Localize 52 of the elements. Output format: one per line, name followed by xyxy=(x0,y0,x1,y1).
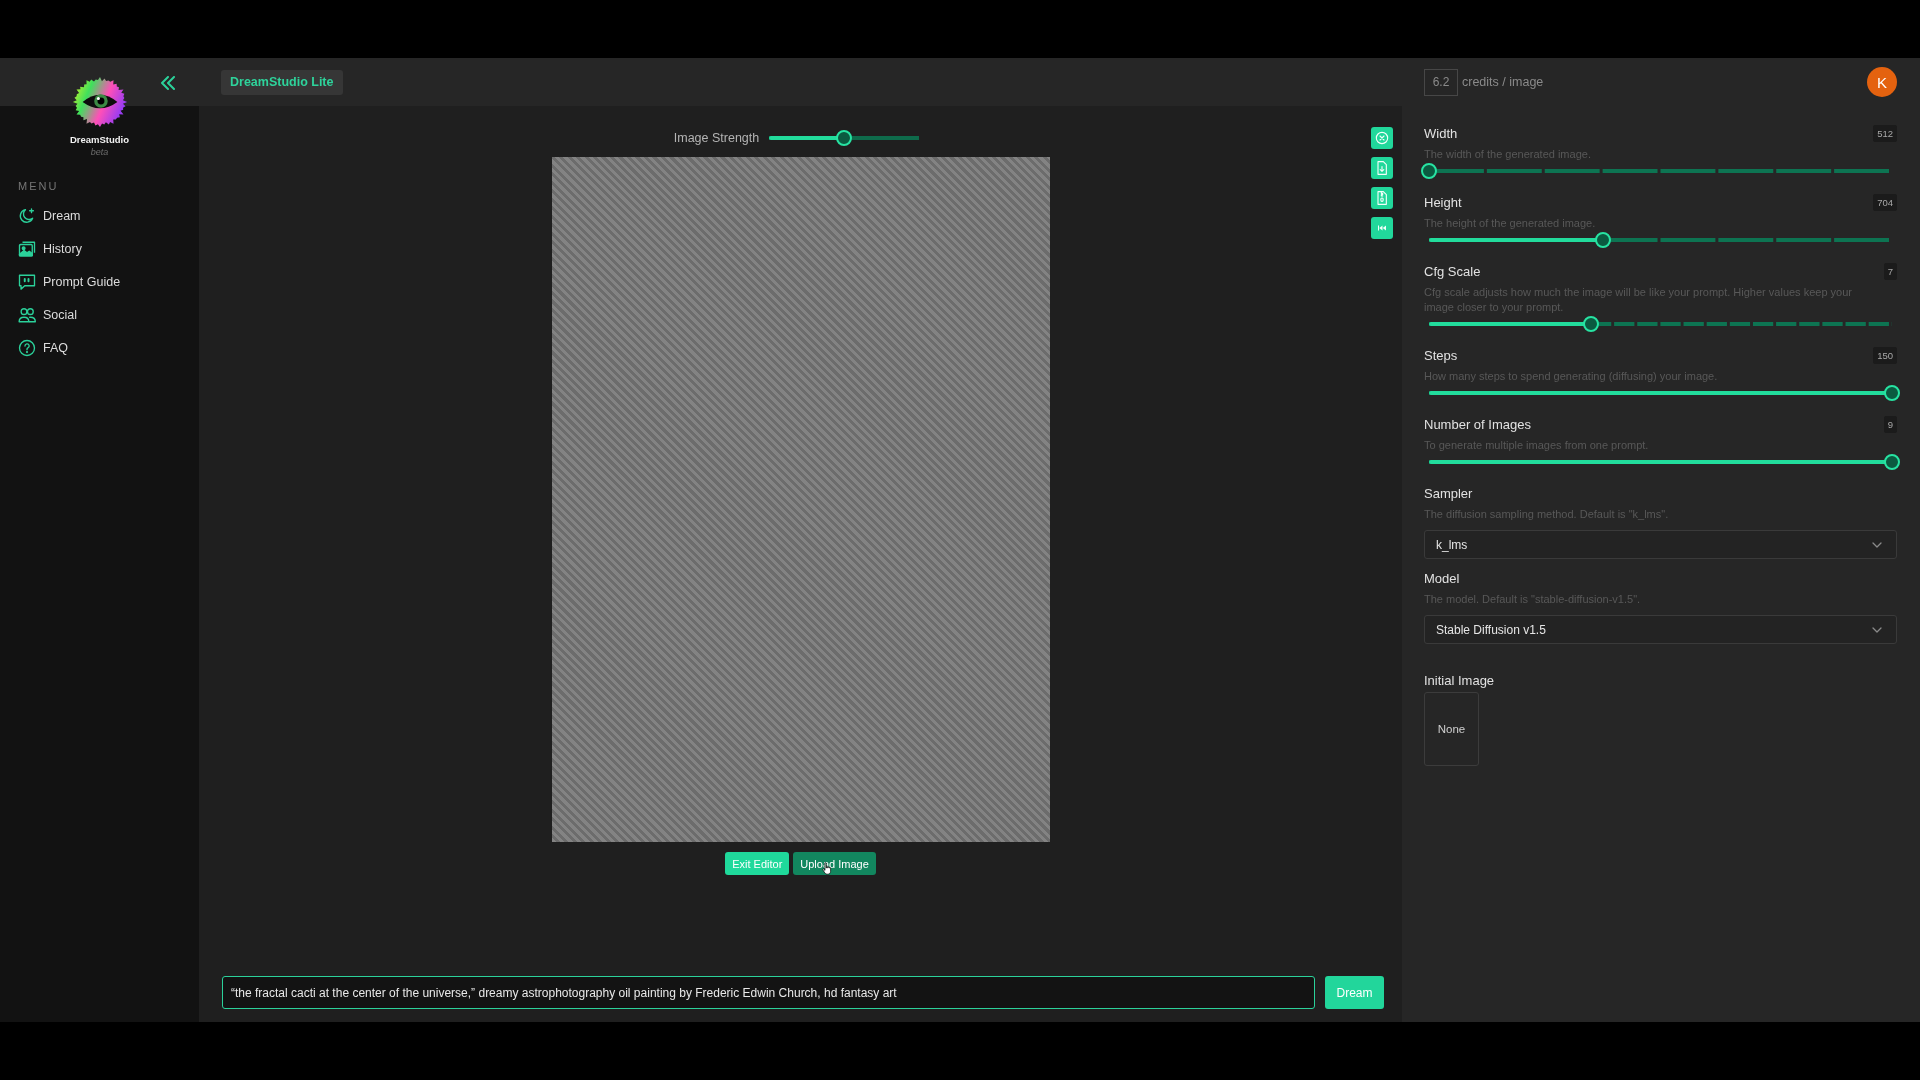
value-readout: 9 xyxy=(1883,415,1897,433)
initial-image-slot[interactable]: None xyxy=(1424,692,1479,766)
help-icon xyxy=(18,339,36,357)
field-label: Height xyxy=(1424,194,1462,210)
tool-button[interactable] xyxy=(1371,127,1393,149)
chevron-down-icon xyxy=(1872,626,1882,633)
file-download-icon xyxy=(1374,160,1390,176)
tool-button[interactable] xyxy=(1371,187,1393,209)
field-label: Cfg Scale xyxy=(1424,263,1481,279)
slider-label: Image Strength xyxy=(673,131,760,145)
slider-thumb[interactable] xyxy=(1884,454,1900,470)
menu-item[interactable]: Dream xyxy=(10,204,189,228)
quote-bubble-icon xyxy=(18,273,36,291)
value-readout: 150 xyxy=(1873,346,1897,364)
brand-name: DreamStudio xyxy=(69,134,130,146)
menu-item[interactable]: History xyxy=(10,237,189,261)
credits-value: 6.2 xyxy=(1424,68,1458,96)
slider-thumb[interactable] xyxy=(836,130,853,146)
field-label: Steps xyxy=(1424,347,1458,363)
tool-button[interactable] xyxy=(1371,217,1393,239)
dropdown[interactable]: Stable Diffusion v1.5 xyxy=(1424,615,1897,644)
slider-thumb[interactable] xyxy=(1583,316,1600,332)
field-label: Model xyxy=(1424,570,1460,586)
close-icon xyxy=(1374,130,1390,146)
field-label: Width xyxy=(1424,125,1458,141)
value-readout: 512 xyxy=(1873,124,1897,142)
dropdown[interactable]: k_lms xyxy=(1424,530,1897,559)
action-button[interactable]: Upload Image xyxy=(793,852,876,875)
menu-item[interactable]: FAQ xyxy=(10,336,189,360)
pictures-icon xyxy=(18,240,36,258)
double-chevron-left-icon xyxy=(160,76,176,90)
slider-thumb[interactable] xyxy=(1884,385,1900,401)
brand-tag: beta xyxy=(90,146,109,158)
menu-heading: MENU xyxy=(17,179,60,193)
tool-button[interactable] xyxy=(1371,157,1393,179)
field-label: Sampler xyxy=(1424,485,1473,501)
menu-item[interactable]: Prompt Guide xyxy=(10,270,189,294)
slider-thumb[interactable] xyxy=(1594,232,1611,248)
credits-unit-label: credits / image xyxy=(1462,75,1544,89)
field-label: Number of Images xyxy=(1424,416,1531,432)
slider-thumb[interactable] xyxy=(1421,163,1437,179)
people-icon xyxy=(18,306,36,324)
chevron-down-icon xyxy=(1872,541,1882,548)
app-badge: DreamStudio Lite xyxy=(221,69,343,95)
value-readout: 7 xyxy=(1883,262,1897,280)
moon-sparkle-icon xyxy=(18,207,36,225)
value-readout: 704 xyxy=(1873,193,1897,211)
field-label: Initial Image xyxy=(1424,672,1495,688)
menu-item[interactable]: Social xyxy=(10,303,189,327)
zip-file-icon xyxy=(1374,190,1390,206)
prompt-input[interactable]: “the fractal cacti at the center of the universe,” dreamy astrophotography oil painting by Frederic Edwin Church, hd fantasy art xyxy=(222,976,1315,1009)
collapse-button[interactable] xyxy=(160,76,176,90)
